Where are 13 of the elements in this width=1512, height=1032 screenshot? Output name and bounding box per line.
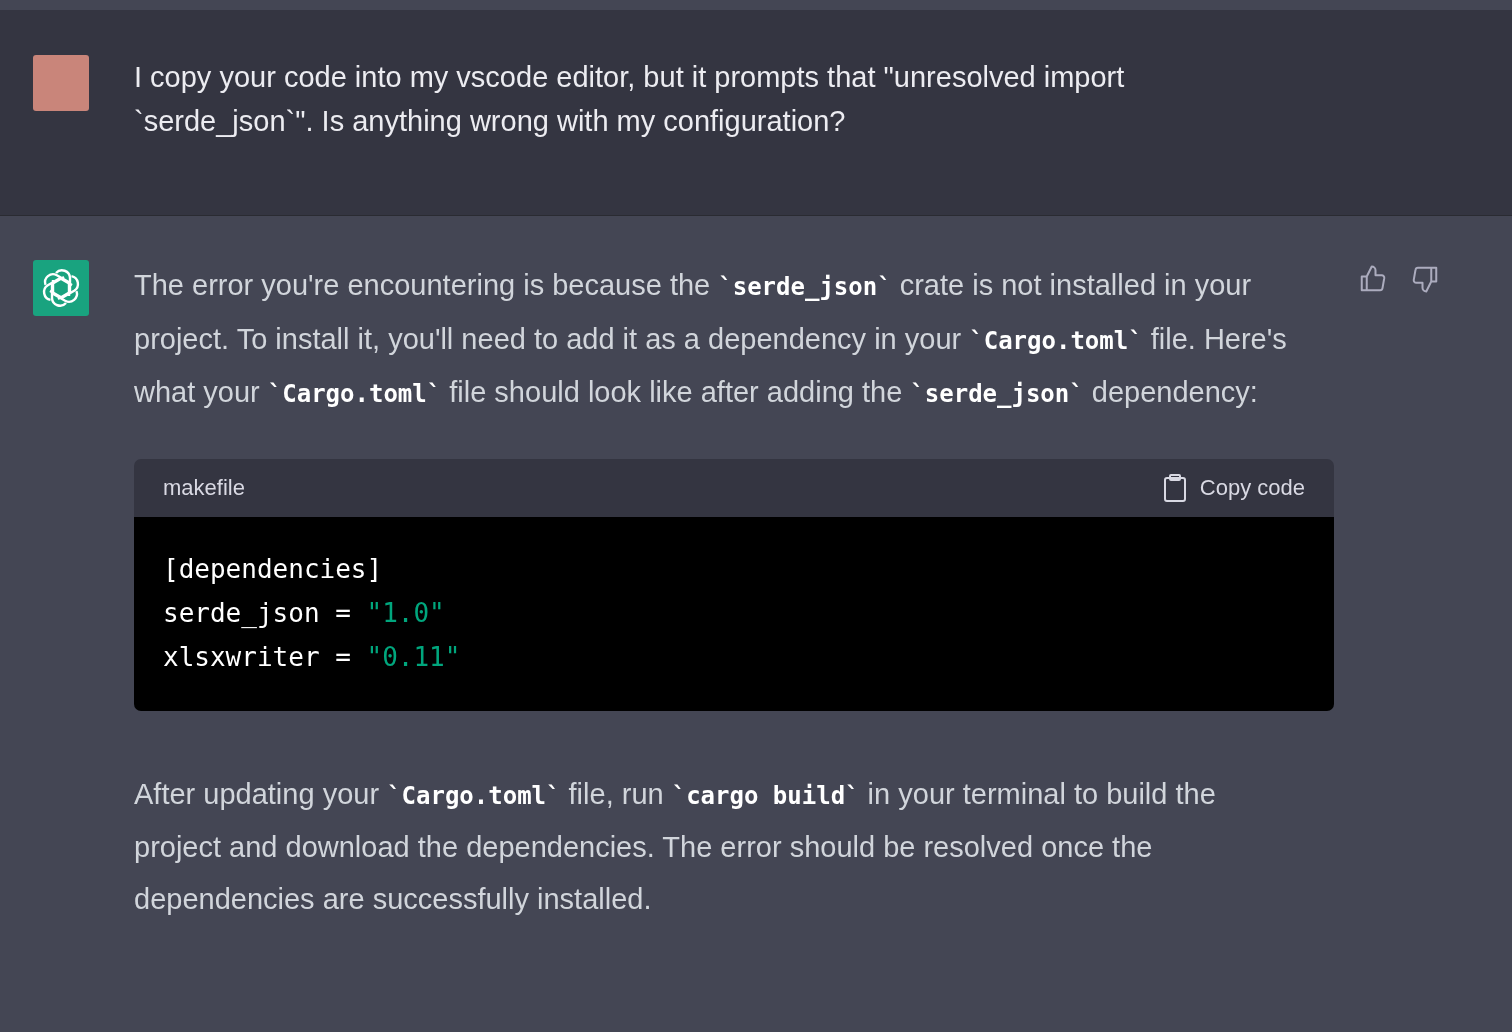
user-message: I copy your code into my vscode editor, but it prompts that "unresolved import `serde_json`". Is anything wrong with my configuration? <box>134 60 1126 139</box>
thumbs-up-button[interactable] <box>1358 264 1388 294</box>
clipboard-icon <box>1163 473 1186 502</box>
code-line: serde_json = "1.0" <box>163 596 446 630</box>
response-paragraph: After updating your `Cargo.toml` file, run `cargo build` in your terminal to build the project and download the dependencies. The error should be resolved once the dependencies are successfully installed. <box>134 776 1217 917</box>
code-line: xlsxwriter = "0.11" <box>163 640 462 674</box>
thumbs-down-button[interactable] <box>1410 264 1440 294</box>
code-language: makefile <box>163 474 245 501</box>
user-avatar <box>33 55 89 111</box>
knot-logo-icon <box>41 268 81 308</box>
copy-code-button[interactable]: Copy code <box>1163 473 1305 502</box>
response-paragraph: The error you're encountering is because the `serde_json` crate is not installed in your project. To install it, you'll need to add it as a dependency in your `Cargo.toml` file. Here's what your `Cargo.toml` file should look like after adding the `serde_json` dependency: <box>134 268 1288 410</box>
code-line: [dependencies] <box>163 552 384 586</box>
